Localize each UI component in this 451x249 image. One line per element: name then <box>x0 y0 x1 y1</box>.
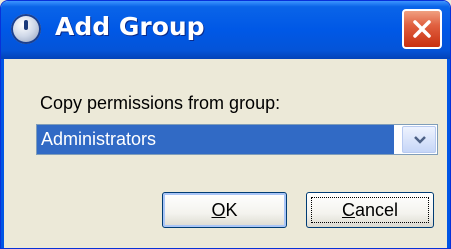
group-select-value[interactable]: Administrators <box>37 125 394 154</box>
chevron-down-icon <box>414 136 426 144</box>
add-group-dialog: Add Group Copy permissions from group: A… <box>0 0 451 249</box>
copy-permissions-label: Copy permissions from group: <box>40 93 281 113</box>
info-icon <box>11 14 41 44</box>
cancel-button[interactable]: Cancel <box>306 192 434 228</box>
ok-button[interactable]: OK <box>162 192 287 228</box>
window-title: Add Group <box>55 12 205 41</box>
group-select[interactable]: Administrators <box>36 124 438 155</box>
dropdown-button[interactable] <box>402 126 436 153</box>
ok-accel-letter: O <box>211 199 226 220</box>
cancel-accel-letter: C <box>341 199 355 220</box>
ok-label-rest: K <box>225 199 238 220</box>
title-bar[interactable]: Add Group <box>1 1 450 59</box>
cancel-label-rest: ancel <box>354 199 399 220</box>
close-button[interactable] <box>402 9 442 49</box>
dialog-body: Copy permissions from group: Administrat… <box>1 59 450 248</box>
close-icon <box>413 20 431 38</box>
